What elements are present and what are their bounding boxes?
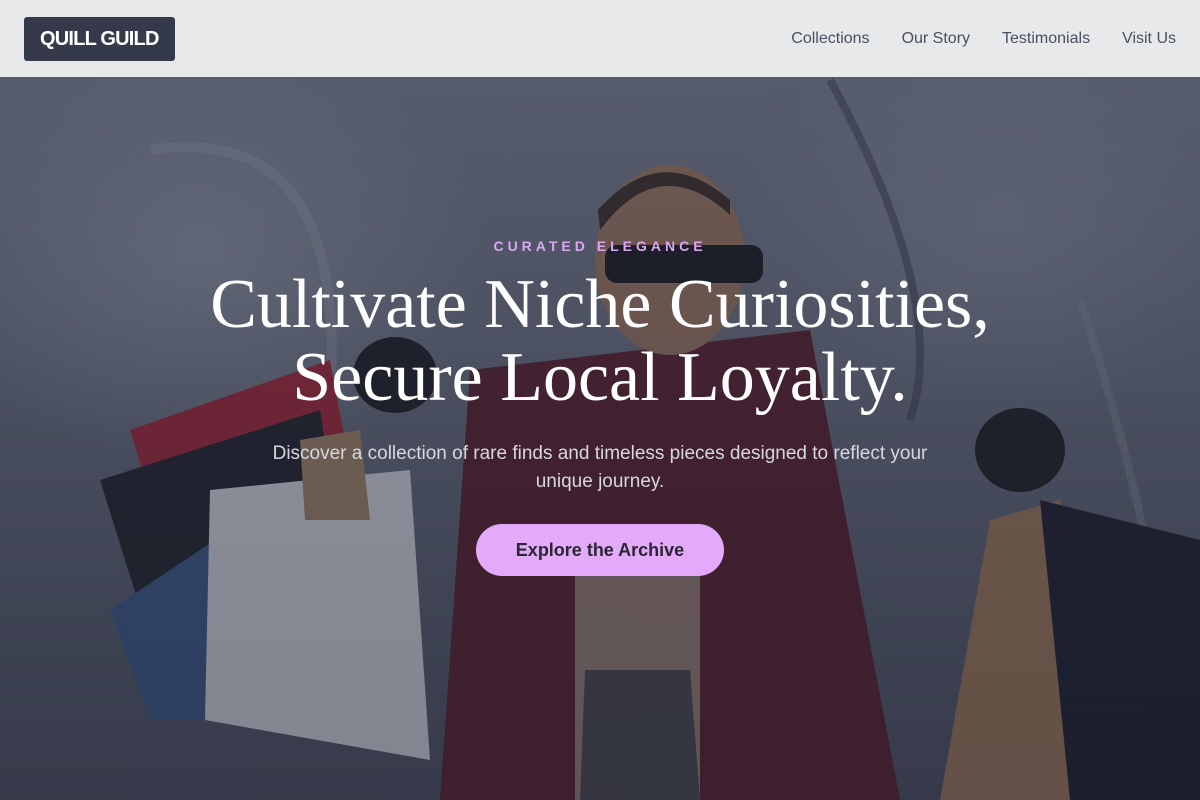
hero-headline: Cultivate Niche Curiosities, Secure Loca… <box>0 268 1200 414</box>
nav-link-collections[interactable]: Collections <box>791 30 869 48</box>
hero-eyebrow: CURATED ELEGANCE <box>493 238 707 254</box>
nav-link-visit-us[interactable]: Visit Us <box>1122 30 1176 48</box>
nav-link-our-story[interactable]: Our Story <box>902 30 970 48</box>
nav-link-testimonials[interactable]: Testimonials <box>1002 30 1090 48</box>
nav-links: Collections Our Story Testimonials Visit… <box>791 30 1176 48</box>
landing-page: QUILL GUILD Collections Our Story Testim… <box>0 0 1200 800</box>
hero-section: CURATED ELEGANCE Cultivate Niche Curiosi… <box>0 0 1200 800</box>
hero-subtext: Discover a collection of rare finds and … <box>272 443 928 492</box>
brand-logo[interactable]: QUILL GUILD <box>24 16 175 61</box>
hero-headline-line-1: Cultivate Niche Curiosities, <box>210 266 990 343</box>
explore-archive-button[interactable]: Explore the Archive <box>476 524 724 576</box>
navbar: QUILL GUILD Collections Our Story Testim… <box>0 0 1200 77</box>
hero-headline-line-2: Secure Local Loyalty. <box>292 339 908 416</box>
